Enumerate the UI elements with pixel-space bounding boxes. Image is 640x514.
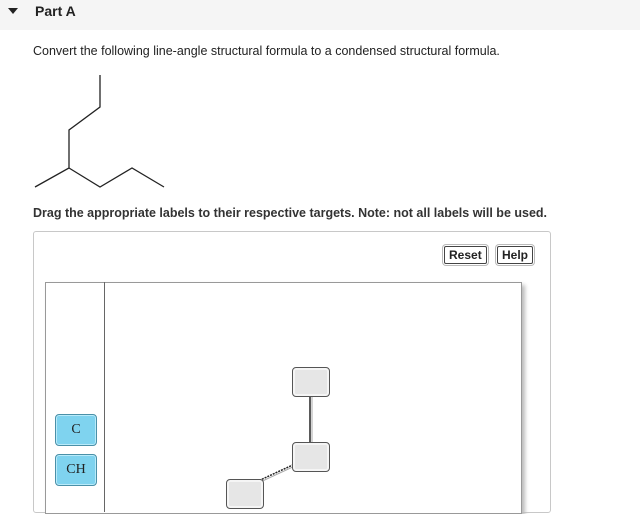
drag-instruction: Drag the appropriate labels to their res… bbox=[33, 206, 548, 220]
drop-target-3[interactable] bbox=[226, 479, 264, 509]
help-button[interactable]: Help bbox=[497, 246, 534, 264]
molecule-skeleton bbox=[34, 75, 101, 188]
part-title: Part A bbox=[35, 3, 76, 19]
caret-down-icon[interactable] bbox=[8, 8, 18, 14]
draggable-label-ch[interactable]: CH bbox=[55, 454, 97, 486]
molecule-branch bbox=[68, 167, 165, 188]
reset-button[interactable]: Reset bbox=[444, 246, 487, 264]
label-panel-divider bbox=[104, 282, 105, 512]
drop-target-2[interactable] bbox=[292, 442, 330, 472]
draggable-label-c[interactable]: C bbox=[55, 414, 97, 446]
line-angle-structure bbox=[34, 75, 165, 188]
part-header[interactable]: Part A bbox=[0, 0, 640, 30]
drop-target-1[interactable] bbox=[292, 367, 330, 397]
question-instruction: Convert the following line-angle structu… bbox=[33, 44, 500, 58]
